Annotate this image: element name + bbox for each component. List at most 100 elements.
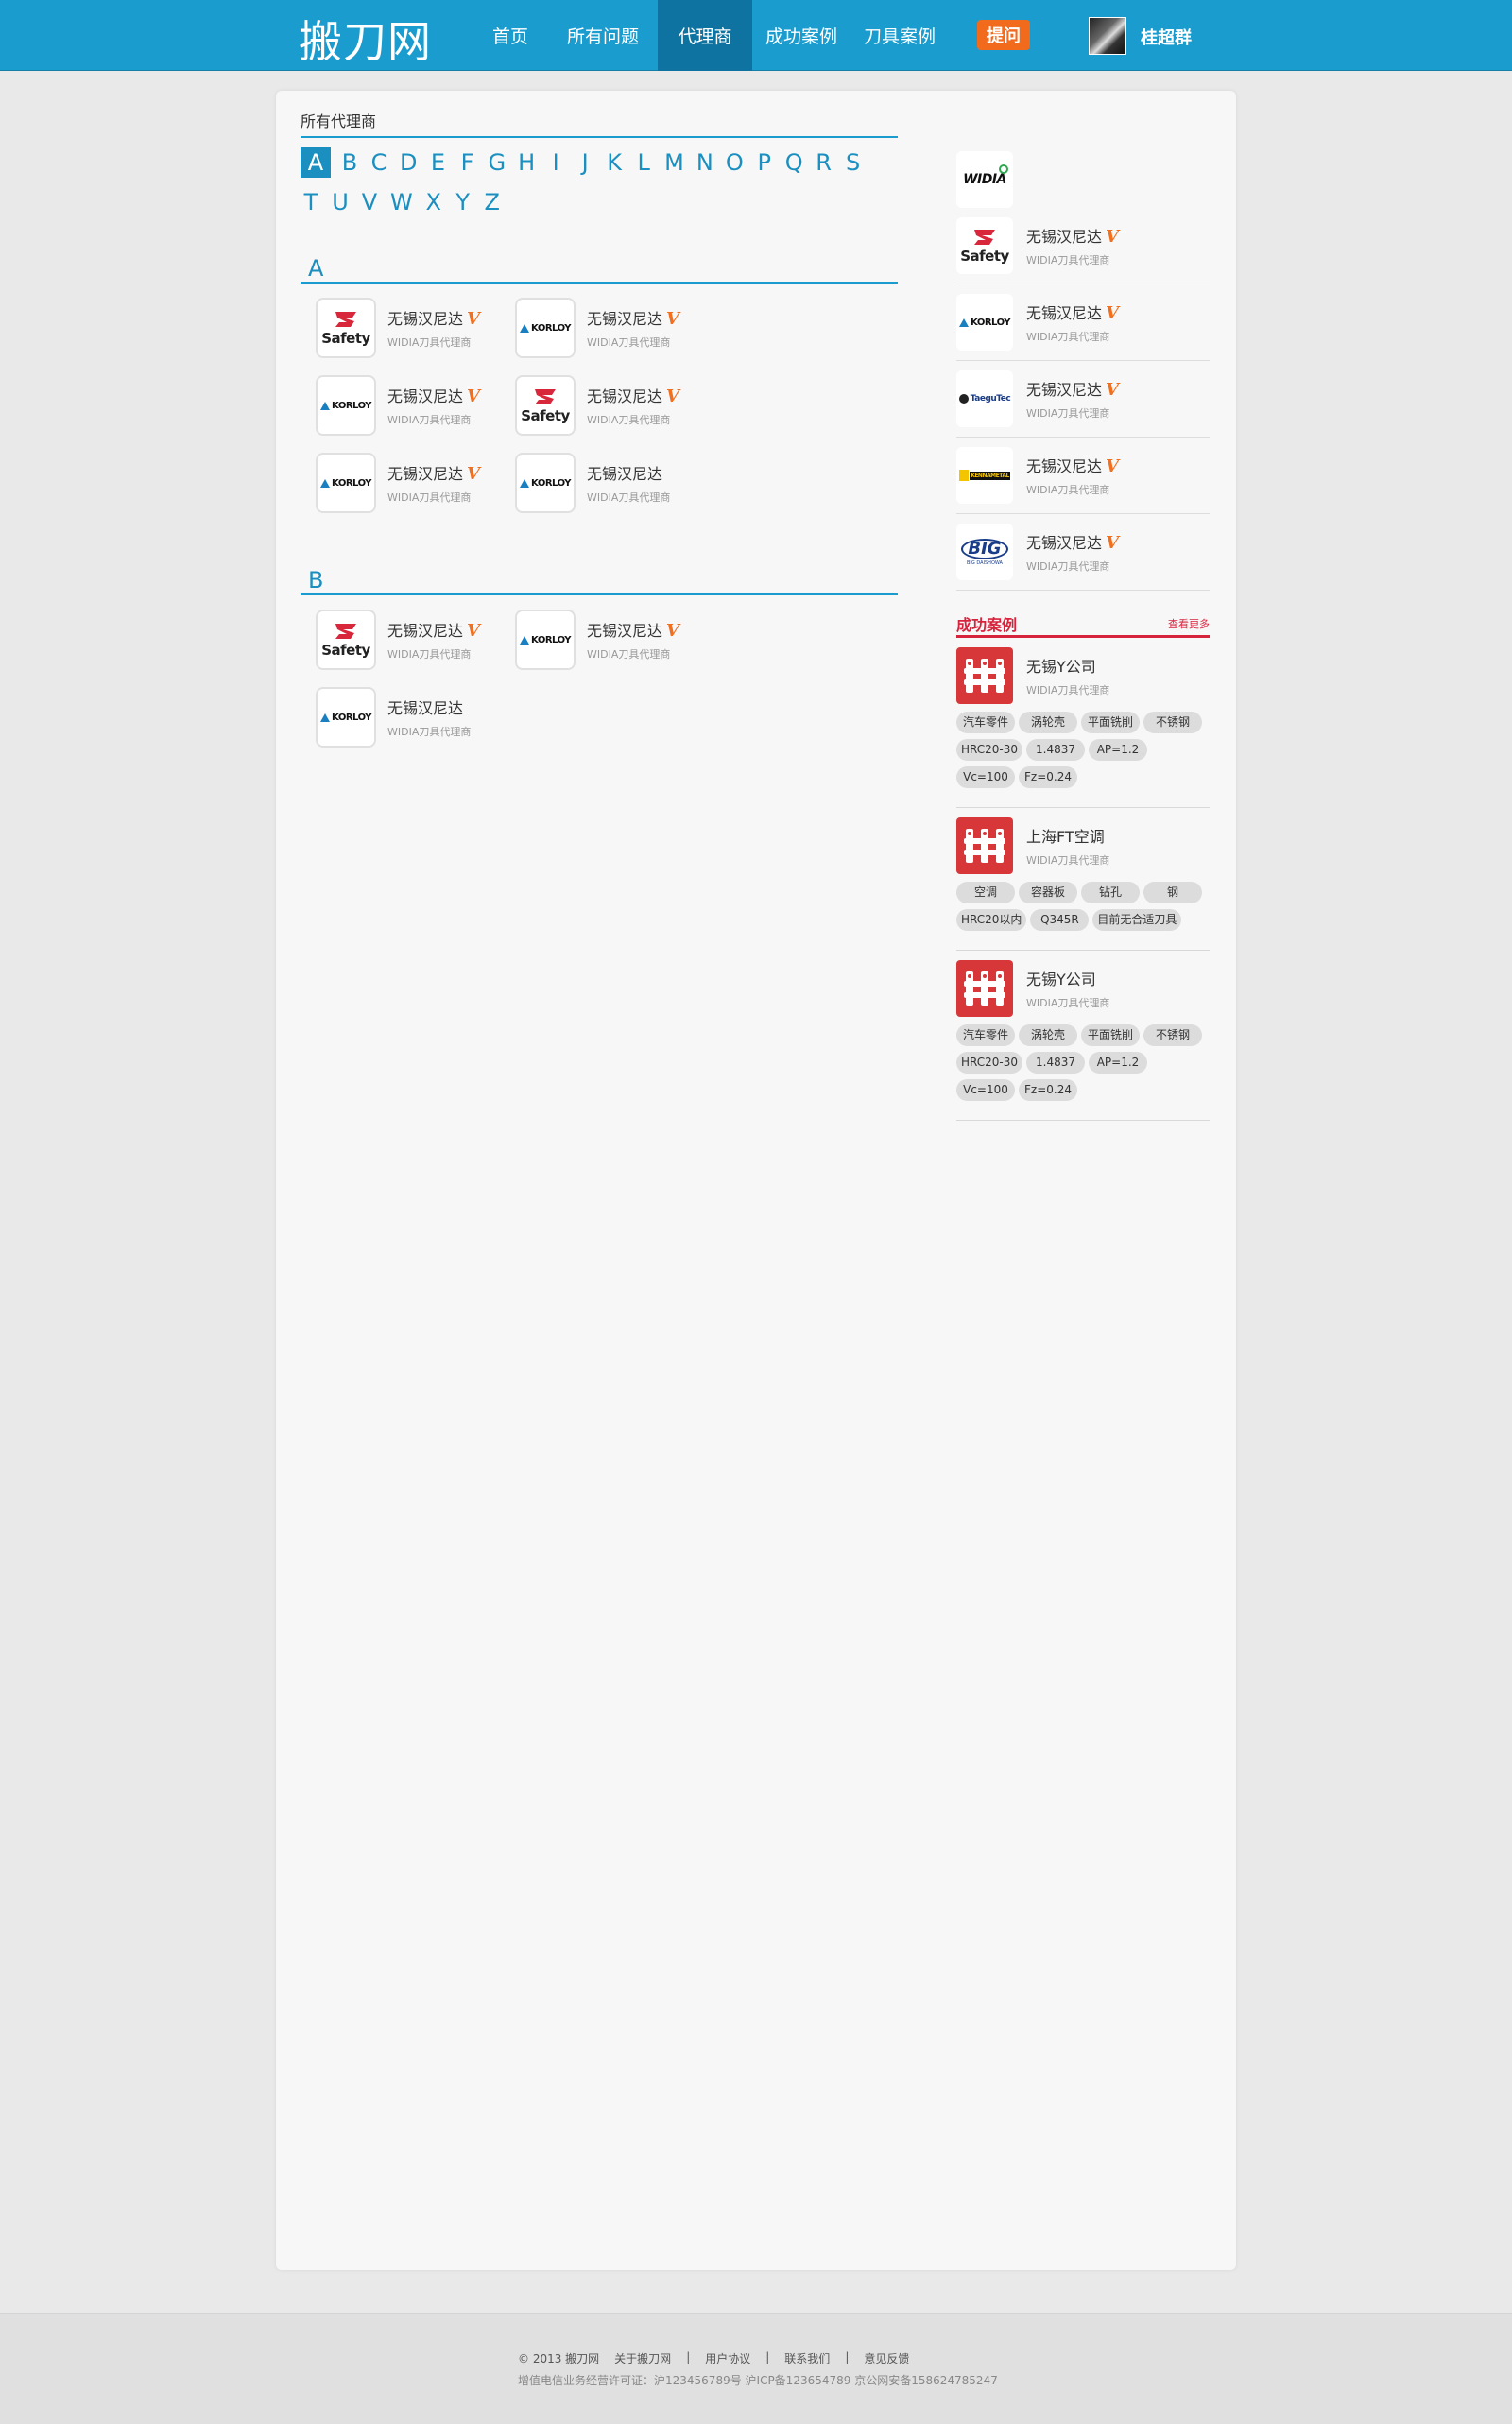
agent-card[interactable]: Safety 无锡汉尼达 V WIDIA刀具代理商 [316, 601, 515, 679]
sidebar-agent-name[interactable]: 无锡汉尼达 V [1026, 377, 1119, 400]
letter-u[interactable]: U [330, 187, 351, 217]
user-avatar[interactable] [1089, 17, 1126, 55]
case-tag[interactable]: 汽车零件 [956, 1024, 1015, 1046]
letter-o[interactable]: O [724, 147, 746, 178]
case-tag[interactable]: 1.4837 [1026, 739, 1086, 761]
sidebar-agent-logo[interactable]: Safety [956, 217, 1013, 274]
agent-name[interactable]: 无锡汉尼达 [387, 696, 471, 718]
site-logo[interactable]: 搬刀网 [299, 8, 432, 70]
letter-s[interactable]: S [843, 147, 864, 178]
sidebar-agent-name[interactable]: 无锡汉尼达 V [1026, 530, 1119, 553]
letter-h[interactable]: H [516, 147, 537, 178]
sidebar-agent-logo[interactable]: KENNAMETAL [956, 447, 1013, 504]
footer-link[interactable]: 意见反馈 [864, 2350, 909, 2366]
widia-brand-logo[interactable]: WIDIA [956, 151, 1013, 208]
agent-logo[interactable]: KORLOY [316, 453, 376, 513]
nav-tool-cases[interactable]: 刀具案例 [850, 0, 949, 71]
case-tag[interactable]: 1.4837 [1026, 1052, 1086, 1074]
letter-p[interactable]: P [754, 147, 775, 178]
agent-card[interactable]: KORLOY 无锡汉尼达 V WIDIA刀具代理商 [316, 367, 515, 444]
sidebar-agent[interactable]: BIG BIG DAISHOWA 无锡汉尼达 V WIDIA刀具代理商 [956, 514, 1210, 591]
case-tag[interactable]: Fz=0.24 [1019, 1079, 1077, 1101]
letter-l[interactable]: L [633, 147, 654, 178]
case-tag[interactable]: HRC20以内 [956, 909, 1027, 931]
success-case[interactable]: 无锡Y公司 WIDIA刀具代理商 汽车零件 涡轮壳 平面铣削 不锈钢 HRC20-30 1.4… [956, 638, 1210, 808]
case-tag[interactable]: 目前无合适刀具 [1092, 909, 1182, 931]
letter-g[interactable]: G [486, 147, 507, 178]
case-company-logo[interactable] [956, 960, 1013, 1017]
case-tag[interactable]: HRC20-30 [956, 1052, 1023, 1074]
letter-e[interactable]: E [427, 147, 448, 178]
case-tag[interactable]: 涡轮壳 [1019, 1024, 1077, 1046]
sidebar-agent[interactable]: KORLOY 无锡汉尼达 V WIDIA刀具代理商 [956, 284, 1210, 361]
sidebar-agent[interactable]: TaeguTec 无锡汉尼达 V WIDIA刀具代理商 [956, 361, 1210, 438]
letter-y[interactable]: Y [453, 187, 473, 217]
letter-f[interactable]: F [456, 147, 477, 178]
nav-all-questions[interactable]: 所有问题 [548, 0, 658, 71]
sidebar-agent-logo[interactable]: KORLOY [956, 294, 1013, 351]
case-tag[interactable]: AP=1.2 [1089, 739, 1148, 761]
footer-link[interactable]: 用户协议 [705, 2350, 750, 2366]
agent-name[interactable]: 无锡汉尼达 [587, 461, 670, 484]
agent-logo[interactable]: KORLOY [316, 375, 376, 436]
letter-v[interactable]: V [359, 187, 380, 217]
sidebar-agent-name[interactable]: 无锡汉尼达 V [1026, 454, 1119, 476]
agent-name[interactable]: 无锡汉尼达 V [387, 461, 480, 484]
agent-name[interactable]: 无锡汉尼达 V [587, 306, 679, 329]
success-case[interactable]: 上海FT空调 WIDIA刀具代理商 空调 容器板 钻孔钢 HRC20以内 Q345R 目前无合… [956, 808, 1210, 951]
letter-r[interactable]: R [814, 147, 834, 178]
sidebar-agent-name[interactable]: 无锡汉尼达 V [1026, 301, 1119, 323]
case-tag[interactable]: 空调 [956, 882, 1015, 903]
case-company-logo[interactable] [956, 647, 1013, 704]
case-company-name[interactable]: 无锡Y公司 [1026, 967, 1109, 989]
sidebar-agent[interactable]: Safety 无锡汉尼达 V WIDIA刀具代理商 [956, 208, 1210, 284]
letter-c[interactable]: C [369, 147, 389, 178]
case-tag[interactable]: Vc=100 [956, 766, 1015, 788]
agent-card[interactable]: KORLOY 无锡汉尼达 V WIDIA刀具代理商 [515, 601, 714, 679]
view-more-link[interactable]: 查看更多 [1168, 616, 1210, 635]
letter-w[interactable]: W [388, 187, 415, 217]
sidebar-agent-logo[interactable]: BIG BIG DAISHOWA [956, 524, 1013, 580]
agent-name[interactable]: 无锡汉尼达 V [587, 618, 679, 641]
case-tag[interactable]: 钻孔 [1081, 882, 1140, 903]
agent-name[interactable]: 无锡汉尼达 V [387, 384, 480, 406]
case-tag[interactable]: Q345R [1030, 909, 1090, 931]
agent-logo[interactable]: KORLOY [515, 610, 576, 670]
ask-question-button[interactable]: 提问 [977, 20, 1030, 50]
case-tag[interactable]: 钢 [1143, 882, 1202, 903]
agent-logo[interactable]: Safety [316, 610, 376, 670]
agent-card[interactable]: KORLOY 无锡汉尼达 WIDIA刀具代理商 [316, 679, 515, 756]
case-tag[interactable]: 平面铣削 [1081, 712, 1140, 733]
letter-j[interactable]: J [575, 147, 595, 178]
case-tag[interactable]: Fz=0.24 [1019, 766, 1077, 788]
agent-logo[interactable]: Safety [515, 375, 576, 436]
letter-x[interactable]: X [423, 187, 444, 217]
letter-d[interactable]: D [398, 147, 419, 178]
agent-name[interactable]: 无锡汉尼达 V [387, 306, 480, 329]
agent-card[interactable]: KORLOY 无锡汉尼达 WIDIA刀具代理商 [515, 444, 714, 522]
letter-b[interactable]: B [339, 147, 360, 178]
case-company-name[interactable]: 上海FT空调 [1026, 824, 1109, 847]
letter-t[interactable]: T [301, 187, 321, 217]
agent-logo[interactable]: Safety [316, 298, 376, 358]
agent-card[interactable]: Safety 无锡汉尼达 V WIDIA刀具代理商 [515, 367, 714, 444]
agent-logo[interactable]: KORLOY [515, 453, 576, 513]
agent-name[interactable]: 无锡汉尼达 V [387, 618, 480, 641]
agent-card[interactable]: KORLOY 无锡汉尼达 V WIDIA刀具代理商 [316, 444, 515, 522]
letter-z[interactable]: Z [482, 187, 503, 217]
user-name[interactable]: 桂超群 [1141, 25, 1192, 49]
letter-m[interactable]: M [662, 147, 686, 178]
nav-home[interactable]: 首页 [472, 0, 548, 71]
case-tag[interactable]: 平面铣削 [1081, 1024, 1140, 1046]
agent-card[interactable]: KORLOY 无锡汉尼达 V WIDIA刀具代理商 [515, 289, 714, 367]
agent-name[interactable]: 无锡汉尼达 V [587, 384, 679, 406]
case-tag[interactable]: 汽车零件 [956, 712, 1015, 733]
case-tag[interactable]: Vc=100 [956, 1079, 1015, 1101]
footer-link[interactable]: 联系我们 [784, 2350, 830, 2366]
case-tag[interactable]: 不锈钢 [1143, 712, 1202, 733]
sidebar-agent-logo[interactable]: TaeguTec [956, 370, 1013, 427]
case-tag[interactable]: 不锈钢 [1143, 1024, 1202, 1046]
agent-card[interactable]: Safety 无锡汉尼达 V WIDIA刀具代理商 [316, 289, 515, 367]
agent-logo[interactable]: KORLOY [316, 687, 376, 748]
nav-success-cases[interactable]: 成功案例 [752, 0, 850, 71]
